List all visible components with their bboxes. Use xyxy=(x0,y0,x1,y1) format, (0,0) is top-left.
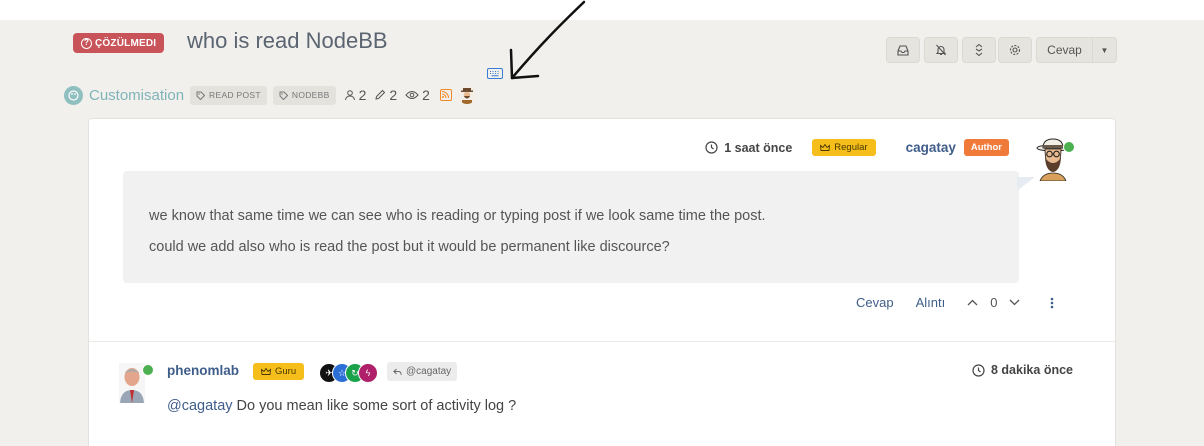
bubble-tail xyxy=(1017,177,1035,191)
reply-button[interactable]: Cevap xyxy=(1037,38,1093,62)
inbox-button[interactable] xyxy=(886,37,920,63)
keyboard-icon xyxy=(487,68,503,79)
topic-meta: Customisation READ POST NODEBB 2 2 2 xyxy=(64,84,476,106)
page-title: who is read NodeBB xyxy=(187,28,388,53)
author-avatar[interactable] xyxy=(1035,137,1075,182)
post-paragraph: we know that same time we can see who is… xyxy=(149,208,766,224)
reply-dropdown[interactable]: Cevap ▼ xyxy=(1036,37,1117,63)
author-badge: Author xyxy=(963,139,1009,156)
sort-button[interactable] xyxy=(962,37,996,63)
arrows-collapse-icon xyxy=(975,44,983,56)
mention-link[interactable]: @cagatay xyxy=(167,398,233,414)
post-author-link[interactable]: cagatay xyxy=(906,140,956,155)
role-badge: Guru xyxy=(253,363,305,380)
role-badge: Regular xyxy=(812,139,876,156)
post-reply-button[interactable]: Cevap xyxy=(856,295,894,310)
top-header-bar xyxy=(0,0,1204,20)
reply-content: @cagatay Do you mean like some sort of a… xyxy=(167,398,516,414)
views-count: 2 xyxy=(405,87,430,103)
reply-text: Do you mean like some sort of activity l… xyxy=(232,398,517,414)
eye-icon xyxy=(405,91,419,99)
crown-icon xyxy=(820,143,831,151)
question-icon: ? xyxy=(81,37,92,49)
rss-icon[interactable] xyxy=(439,89,452,101)
tag-label: NODEBB xyxy=(291,90,330,100)
reader-avatar[interactable] xyxy=(457,86,476,104)
category-link[interactable]: Customisation xyxy=(89,87,184,104)
reply-icon xyxy=(393,368,402,375)
clock-icon xyxy=(972,363,985,377)
post-timestamp[interactable]: 1 saat önce xyxy=(705,141,792,155)
posts-count: 2 xyxy=(374,87,397,103)
more-options-icon[interactable] xyxy=(1050,297,1054,309)
settings-button[interactable] xyxy=(998,37,1032,63)
inbox-icon xyxy=(897,44,909,56)
annotation-arrow-icon xyxy=(509,0,586,80)
mute-notifications-button[interactable] xyxy=(924,37,958,63)
reply-to-link[interactable]: @cagatay xyxy=(387,362,458,381)
post-meta: 1 saat önce Regular cagatay Author xyxy=(705,139,1009,156)
chevron-up-icon[interactable] xyxy=(967,299,978,306)
reply-timestamp[interactable]: 8 dakika önce xyxy=(972,363,1073,377)
crown-icon xyxy=(261,367,271,375)
reply-author-link[interactable]: phenomlab xyxy=(167,363,239,378)
tag-nodebb[interactable]: NODEBB xyxy=(272,85,336,105)
chevron-down-icon[interactable]: ▼ xyxy=(1093,46,1116,55)
pencil-icon xyxy=(375,89,386,100)
online-status-indicator xyxy=(142,364,154,376)
post-content: we know that same time we can see who is… xyxy=(123,171,1019,283)
status-label: ÇÖZÜLMEDI xyxy=(95,37,157,49)
user-icon xyxy=(344,90,355,101)
tag-read-post[interactable]: READ POST xyxy=(190,85,267,105)
topic-posts-card: 1 saat önce Regular cagatay Author we kn… xyxy=(88,118,1116,446)
tag-icon xyxy=(279,91,288,100)
post-divider xyxy=(89,341,1115,342)
post-quote-button[interactable]: Alıntı xyxy=(916,295,946,310)
online-status-indicator xyxy=(1063,141,1075,153)
bell-slash-icon xyxy=(935,44,947,56)
post-actions: Cevap Alıntı 0 xyxy=(856,295,1054,310)
vote-count[interactable]: 0 xyxy=(990,295,997,310)
bolt-badge-icon[interactable]: ϟ xyxy=(358,363,378,383)
palette-icon xyxy=(64,85,83,105)
vote-controls: 0 xyxy=(967,295,1020,310)
gear-icon xyxy=(1009,44,1021,56)
status-badge: ? ÇÖZÜLMEDI xyxy=(73,33,165,53)
chevron-down-icon[interactable] xyxy=(1009,299,1020,306)
post-paragraph: could we add also who is read the post b… xyxy=(149,239,670,255)
tag-icon xyxy=(196,91,206,100)
clock-icon xyxy=(705,141,718,154)
tag-label: READ POST xyxy=(209,90,261,100)
posters-count: 2 xyxy=(344,87,366,103)
